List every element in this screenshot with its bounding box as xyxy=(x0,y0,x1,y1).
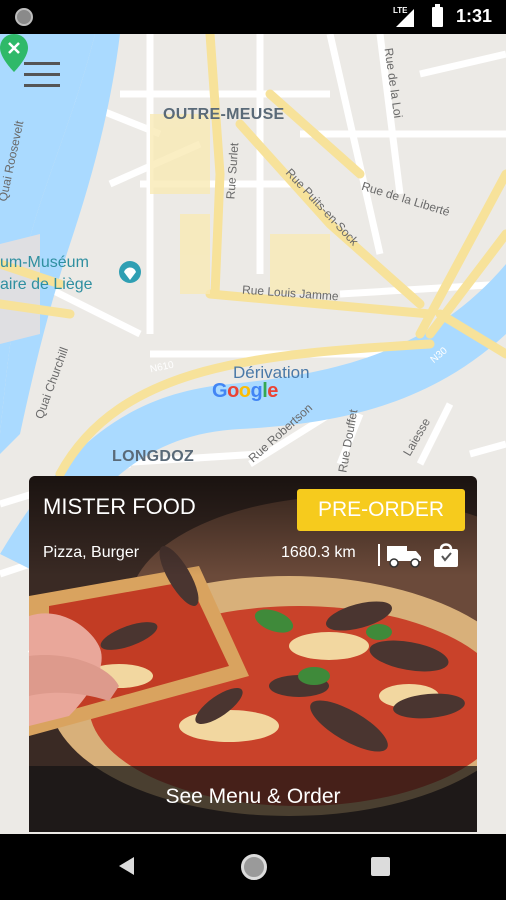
restaurant-distance: 1680.3 km xyxy=(281,544,356,561)
back-icon[interactable] xyxy=(118,856,136,876)
district-label-outre-meuse: OUTRE-MEUSE xyxy=(163,106,285,123)
info-divider xyxy=(378,544,380,566)
museum-label-2: aire de Liège xyxy=(0,276,93,293)
status-time: 1:31 xyxy=(456,6,493,26)
see-menu-button[interactable]: See Menu & Order xyxy=(29,766,477,832)
status-bar: LTE 1:31 xyxy=(0,0,506,34)
restaurant-name: MISTER FOOD xyxy=(43,494,196,519)
menu-hamburger-icon[interactable] xyxy=(24,62,60,92)
camera-indicator-icon xyxy=(15,8,33,26)
system-nav-bar xyxy=(0,834,506,900)
battery-icon xyxy=(432,4,443,27)
google-attribution: Google xyxy=(212,380,278,402)
takeaway-bag-icon xyxy=(434,543,458,567)
restaurant-cuisine: Pizza, Burger xyxy=(43,544,140,561)
signal-icon xyxy=(396,9,414,27)
delivery-truck-icon xyxy=(387,546,421,568)
museum-label: um-Muséum xyxy=(0,254,89,271)
restaurant-card[interactable]: MISTER FOOD PRE-ORDER Pizza, Burger 1680… xyxy=(29,476,477,832)
home-icon[interactable] xyxy=(241,854,267,880)
district-label-longdoz: LONGDOZ xyxy=(112,448,195,465)
preorder-button[interactable]: PRE-ORDER xyxy=(297,489,465,531)
recent-apps-icon[interactable] xyxy=(371,857,390,876)
